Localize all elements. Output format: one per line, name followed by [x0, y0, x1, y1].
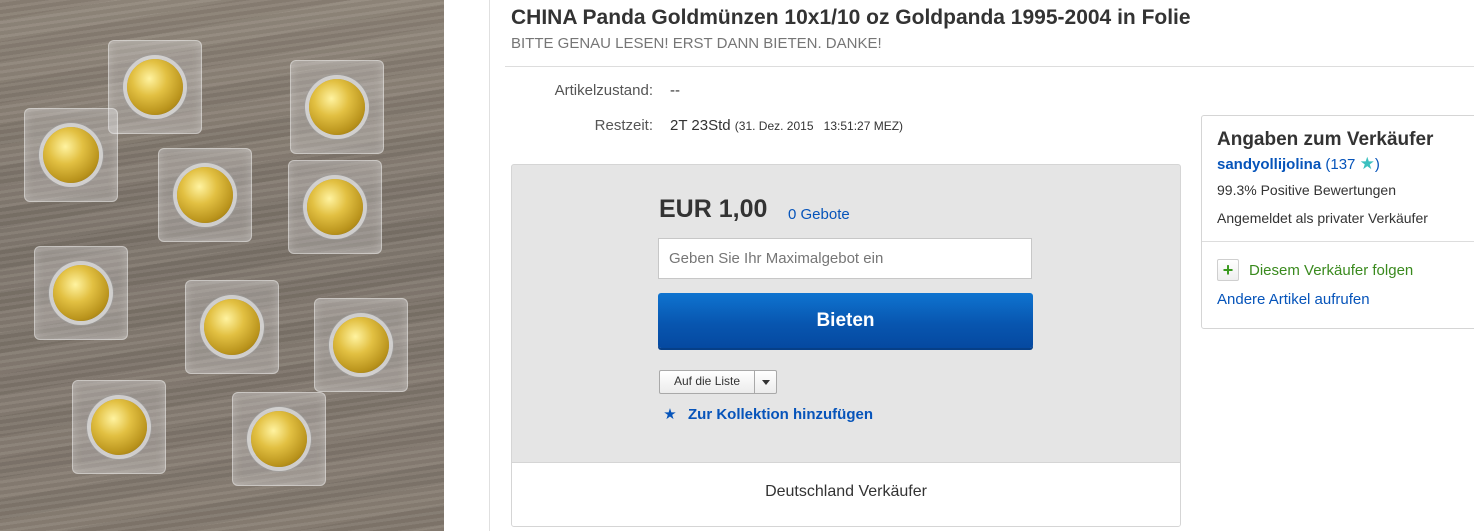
title-divider — [505, 66, 1474, 67]
other-items-link[interactable]: Andere Artikel aufrufen — [1217, 291, 1370, 308]
seller-location: Deutschland Verkäufer — [765, 483, 927, 500]
seller-type: Angemeldet als privater Verkäufer — [1217, 210, 1428, 226]
coin-bag — [158, 148, 252, 242]
seller-heading: Angaben zum Verkäufer — [1217, 129, 1434, 150]
add-to-collection-link[interactable]: ★ Zur Kollektion hinzufügen — [661, 405, 873, 424]
dropdown-caret-button[interactable] — [755, 371, 776, 393]
add-to-collection-label[interactable]: Zur Kollektion hinzufügen — [688, 406, 873, 423]
listing-subtitle: BITTE GENAU LESEN! ERST DANN BIETEN. DAN… — [511, 35, 882, 52]
product-image-frame — [0, 0, 490, 531]
seller-name-row: sandyollijolina (137 ★) — [1217, 154, 1380, 174]
plus-icon: + — [1217, 259, 1239, 281]
time-left-value: 2T 23Std (31. Dez. 2015 13:51:27 MEZ) — [670, 117, 903, 134]
end-date: (31. Dez. 2015 — [734, 119, 814, 133]
product-image[interactable] — [0, 0, 444, 531]
positive-feedback: 99.3% Positive Bewertungen — [1217, 182, 1396, 198]
seller-info-panel: Angaben zum Verkäufer sandyollijolina (1… — [1201, 115, 1474, 329]
coin-bag — [34, 246, 128, 340]
time-remaining: 2T 23Std — [670, 117, 731, 134]
gold-coin — [204, 299, 260, 355]
seller-name-link[interactable]: sandyollijolina — [1217, 156, 1321, 173]
follow-seller-label[interactable]: Diesem Verkäufer folgen — [1249, 262, 1413, 279]
gold-coin — [127, 59, 183, 115]
watch-list-button[interactable]: Auf die Liste — [660, 371, 756, 393]
feedback-score-link[interactable]: 137 — [1330, 156, 1355, 173]
gold-coin — [43, 127, 99, 183]
max-bid-input[interactable] — [658, 238, 1032, 279]
end-time: 13:51:27 MEZ) — [823, 119, 904, 133]
current-price: EUR 1,00 — [659, 195, 768, 223]
bid-panel: EUR 1,00 0 Gebote Bieten Auf die Liste ★… — [511, 164, 1181, 527]
watch-list-dropdown[interactable]: Auf die Liste — [659, 370, 778, 394]
feedback-score-close: ) — [1374, 156, 1380, 173]
coin-bag — [314, 298, 408, 392]
time-left-row: Restzeit: 2T 23Std (31. Dez. 2015 13:51:… — [505, 117, 1185, 137]
chevron-down-icon — [761, 379, 770, 385]
condition-row: Artikelzustand: -- — [505, 82, 1185, 102]
bid-count-link[interactable]: 0 Gebote — [788, 206, 850, 223]
image-gutter — [444, 0, 488, 531]
gold-coin — [177, 167, 233, 223]
seller-divider — [1202, 241, 1474, 242]
listing-page: CHINA Panda Goldmünzen 10x1/10 oz Goldpa… — [0, 0, 1474, 531]
coin-bag — [288, 160, 382, 254]
teal-star-icon: ★ — [1359, 154, 1375, 173]
coin-bag — [108, 40, 202, 134]
coin-bag — [185, 280, 279, 374]
gold-coin — [309, 79, 365, 135]
condition-value: -- — [670, 82, 680, 99]
time-left-label: Restzeit: — [594, 117, 653, 134]
star-icon: ★ — [663, 406, 677, 423]
condition-label: Artikelzustand: — [554, 82, 653, 99]
coin-bag — [24, 108, 118, 202]
coin-bag — [72, 380, 166, 474]
gold-coin — [333, 317, 389, 373]
gold-coin — [53, 265, 109, 321]
gold-coin — [91, 399, 147, 455]
place-bid-button[interactable]: Bieten — [658, 293, 1033, 348]
listing-title: CHINA Panda Goldmünzen 10x1/10 oz Goldpa… — [511, 6, 1191, 29]
gold-coin — [251, 411, 307, 467]
follow-seller-button[interactable]: + Diesem Verkäufer folgen — [1217, 259, 1413, 281]
coin-bag — [290, 60, 384, 154]
gold-coin — [307, 179, 363, 235]
coin-bag — [232, 392, 326, 486]
bid-panel-footer: Deutschland Verkäufer — [512, 462, 1180, 526]
